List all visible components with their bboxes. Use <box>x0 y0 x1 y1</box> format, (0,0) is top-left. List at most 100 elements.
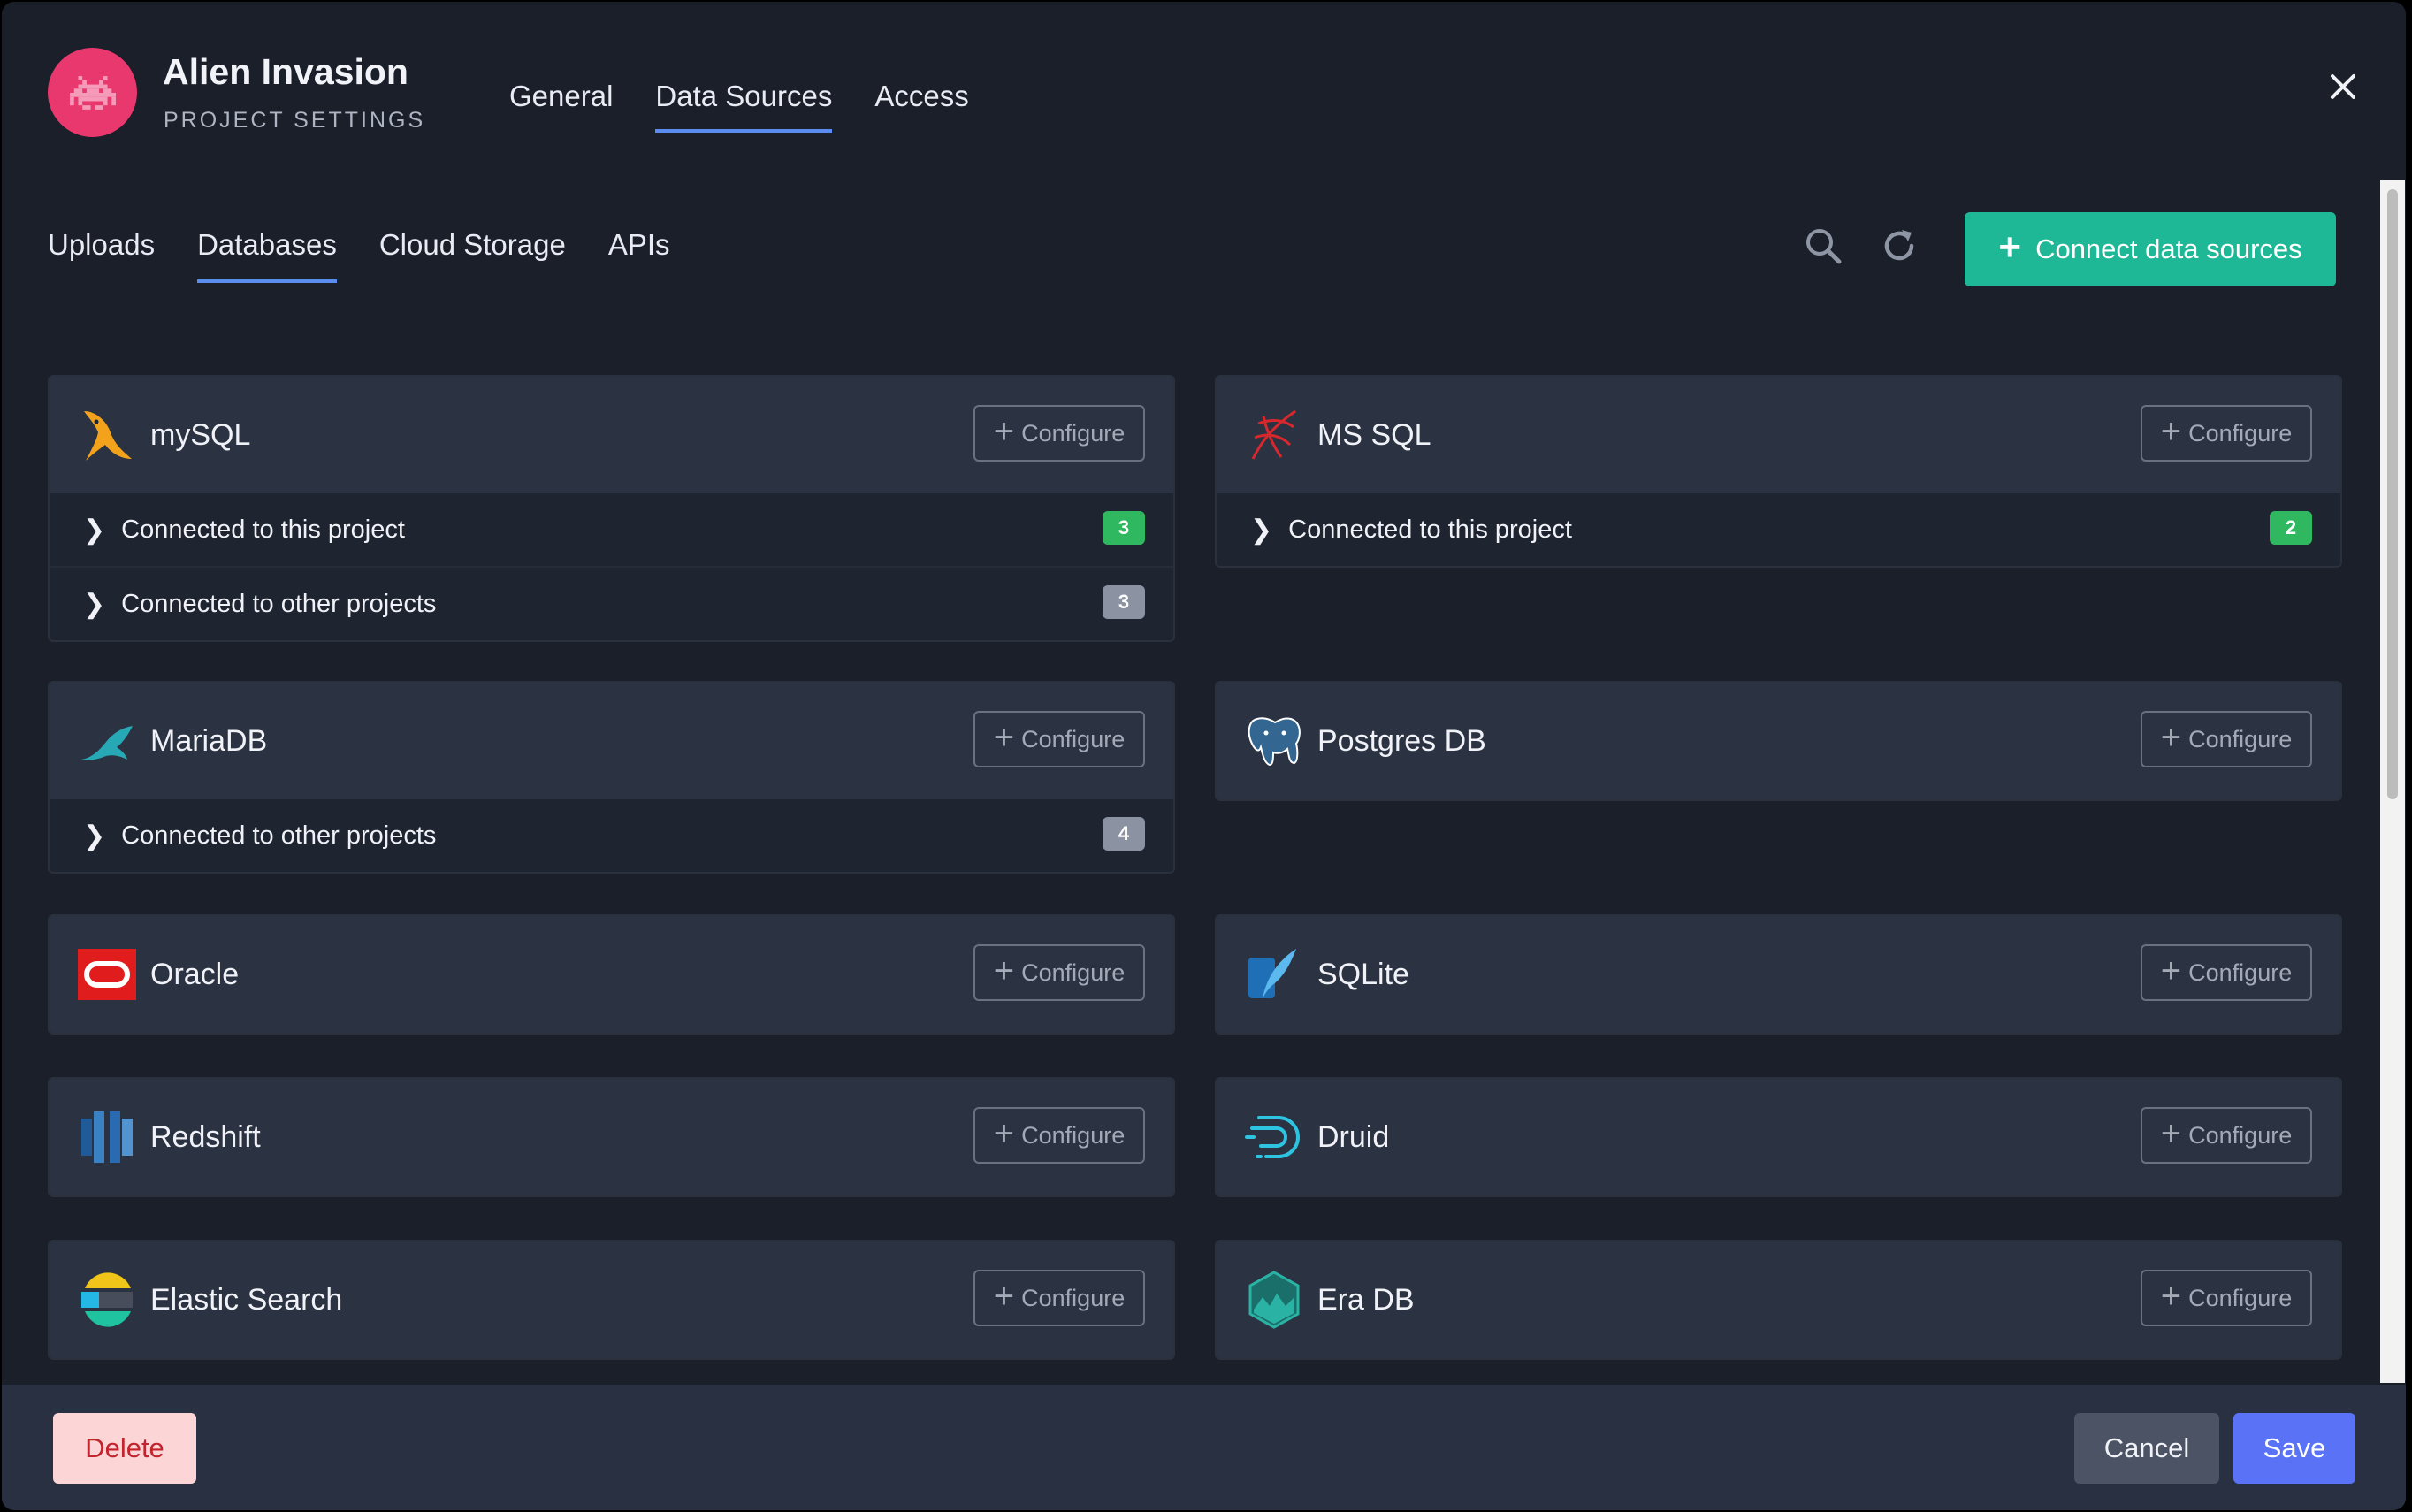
count-badge: 3 <box>1103 585 1145 619</box>
project-settings-dialog: Alien Invasion PROJECT SETTINGS General … <box>2 2 2406 1510</box>
connection-label: Connected to other projects <box>121 589 437 618</box>
configure-label: Configure <box>2188 725 2293 752</box>
source-name: Druid <box>1317 1119 1390 1154</box>
redshift-icon <box>78 1108 136 1166</box>
plus-icon: + <box>1998 225 2022 269</box>
connection-label: Connected to other projects <box>121 821 437 850</box>
plus-icon: + <box>993 951 1015 990</box>
connection-row-other-projects[interactable]: ❯ Connected to other projects 4 <box>50 799 1173 872</box>
source-name: SQLite <box>1317 957 1409 991</box>
chevron-right-icon: ❯ <box>1250 515 1273 545</box>
mysql-dolphin-icon <box>78 406 136 464</box>
configure-label: Configure <box>2188 958 2293 986</box>
space-invader-icon <box>48 48 137 137</box>
chevron-right-icon: ❯ <box>83 515 106 545</box>
plus-icon: + <box>2160 1277 2182 1316</box>
configure-button[interactable]: + Configure <box>2141 944 2312 1001</box>
source-card-eradb: Era DB + Configure <box>1215 1240 2342 1360</box>
configure-label: Configure <box>2188 419 2293 447</box>
tab-databases[interactable]: Databases <box>197 228 337 283</box>
count-badge: 3 <box>1103 511 1145 545</box>
connect-data-sources-button[interactable]: + Connect data sources <box>1965 212 2336 286</box>
source-card-postgres: Postgres DB + Configure <box>1215 681 2342 801</box>
source-card-mssql: MS SQL + Configure ❯ Connected to this pr… <box>1215 375 2342 568</box>
elasticsearch-icon <box>78 1271 136 1329</box>
project-name: Alien Invasion <box>163 51 408 92</box>
connection-label: Connected to this project <box>121 515 405 544</box>
tab-data-sources[interactable]: Data Sources <box>655 80 833 133</box>
source-name: MS SQL <box>1317 417 1431 452</box>
plus-icon: + <box>2160 718 2182 757</box>
configure-button[interactable]: + Configure <box>973 1270 1145 1326</box>
configure-label: Configure <box>1021 1121 1126 1149</box>
mariadb-seal-icon <box>78 712 136 770</box>
configure-button[interactable]: + Configure <box>2141 405 2312 462</box>
source-name: MariaDB <box>150 723 268 758</box>
source-name: mySQL <box>150 417 251 452</box>
chevron-right-icon: ❯ <box>83 821 106 851</box>
source-card-oracle: Oracle + Configure <box>48 914 1175 1035</box>
configure-label: Configure <box>1021 1284 1126 1311</box>
connect-data-sources-label: Connect data sources <box>2035 233 2302 264</box>
tab-cloud-storage[interactable]: Cloud Storage <box>379 228 566 283</box>
configure-label: Configure <box>2188 1121 2293 1149</box>
plus-icon: + <box>993 718 1015 757</box>
connection-row-this-project[interactable]: ❯ Connected to this project 3 <box>50 493 1173 566</box>
configure-label: Configure <box>1021 958 1126 986</box>
count-badge: 2 <box>2270 511 2312 545</box>
plus-icon: + <box>2160 1114 2182 1153</box>
tab-access[interactable]: Access <box>874 80 968 133</box>
close-icon[interactable] <box>2325 69 2361 104</box>
configure-button[interactable]: + Configure <box>2141 711 2312 767</box>
configure-button[interactable]: + Configure <box>2141 1270 2312 1326</box>
project-subtitle: PROJECT SETTINGS <box>164 108 426 133</box>
cancel-button[interactable]: Cancel <box>2074 1413 2219 1484</box>
source-card-mysql: mySQL + Configure ❯ Connected to this pro… <box>48 375 1175 642</box>
sub-tabs: Uploads Databases Cloud Storage APIs <box>48 228 670 283</box>
configure-label: Configure <box>1021 725 1126 752</box>
source-card-elasticsearch: Elastic Search + Configure <box>48 1240 1175 1360</box>
tab-uploads[interactable]: Uploads <box>48 228 155 283</box>
source-name: Era DB <box>1317 1282 1415 1317</box>
configure-button[interactable]: + Configure <box>973 944 1145 1001</box>
save-button[interactable]: Save <box>2233 1413 2355 1484</box>
search-icon[interactable] <box>1802 225 1844 267</box>
count-badge: 4 <box>1103 817 1145 851</box>
configure-button[interactable]: + Configure <box>973 405 1145 462</box>
refresh-icon[interactable] <box>1878 225 1920 267</box>
dialog-footer: Delete Cancel Save <box>2 1385 2406 1510</box>
configure-label: Configure <box>2188 1284 2293 1311</box>
configure-button[interactable]: + Configure <box>973 711 1145 767</box>
plus-icon: + <box>993 412 1015 451</box>
source-card-sqlite: SQLite + Configure <box>1215 914 2342 1035</box>
tab-general[interactable]: General <box>509 80 613 133</box>
configure-label: Configure <box>1021 419 1126 447</box>
source-card-mariadb: MariaDB + Configure ❯ Connected to other … <box>48 681 1175 874</box>
connection-row-this-project[interactable]: ❯ Connected to this project 2 <box>1217 493 2340 566</box>
tab-apis[interactable]: APIs <box>608 228 670 283</box>
eradb-icon <box>1245 1271 1303 1329</box>
sqlite-feather-icon <box>1245 945 1303 1004</box>
source-name: Elastic Search <box>150 1282 343 1317</box>
scrollbar-thumb[interactable] <box>2387 189 2398 799</box>
oracle-icon <box>78 945 136 1004</box>
configure-button[interactable]: + Configure <box>973 1107 1145 1164</box>
plus-icon: + <box>2160 412 2182 451</box>
source-name: Postgres DB <box>1317 723 1486 758</box>
plus-icon: + <box>993 1114 1015 1153</box>
mssql-icon <box>1245 406 1303 464</box>
chevron-right-icon: ❯ <box>83 589 106 619</box>
plus-icon: + <box>993 1277 1015 1316</box>
configure-button[interactable]: + Configure <box>2141 1107 2312 1164</box>
main-tabs: General Data Sources Access <box>509 80 969 133</box>
connection-row-other-projects[interactable]: ❯ Connected to other projects 3 <box>50 566 1173 640</box>
plus-icon: + <box>2160 951 2182 990</box>
druid-icon <box>1245 1108 1303 1166</box>
source-name: Oracle <box>150 957 240 991</box>
source-name: Redshift <box>150 1119 261 1154</box>
delete-button[interactable]: Delete <box>53 1413 196 1484</box>
connection-label: Connected to this project <box>1288 515 1572 544</box>
source-card-redshift: Redshift + Configure <box>48 1077 1175 1197</box>
source-card-druid: Druid + Configure <box>1215 1077 2342 1197</box>
postgres-elephant-icon <box>1245 712 1303 770</box>
